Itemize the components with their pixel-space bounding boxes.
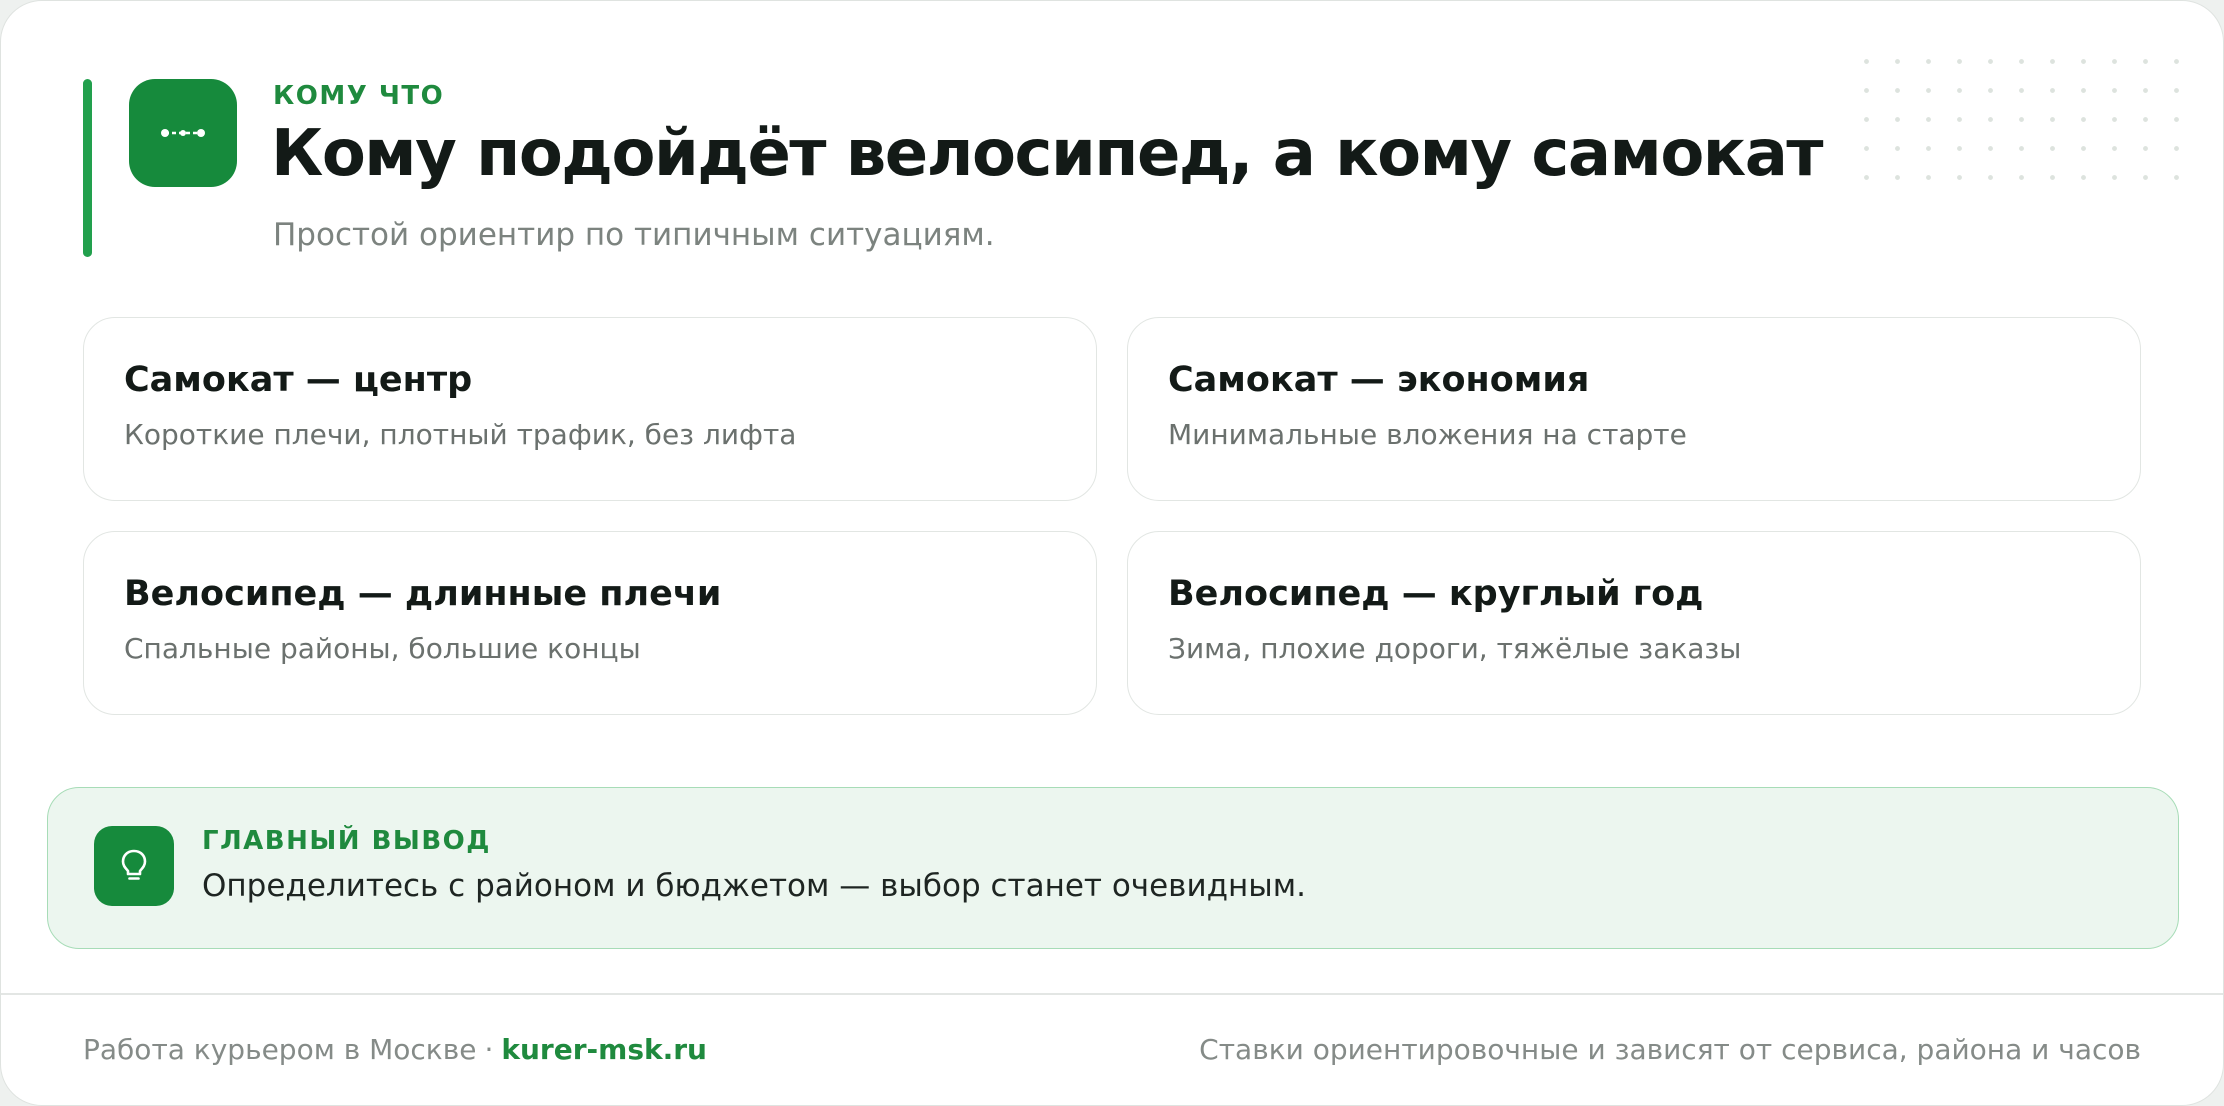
footer-disclaimer: Ставки ориентировочные и зависят от серв… (1199, 1033, 2141, 1066)
option-card-text: Минимальные вложения на старте (1168, 418, 1687, 451)
header-eyebrow: КОМУ ЧТО (273, 81, 445, 111)
page-title: Кому подойдёт велосипед, а кому самокат (271, 117, 1824, 191)
option-card-title: Велосипед — длинные плечи (124, 574, 722, 614)
option-card-bike-long: Велосипед — длинные плечи Спальные район… (83, 531, 1097, 715)
conclusion-text: Определитесь с районом и бюджетом — выбо… (202, 868, 1307, 904)
footer-separator: · (484, 1033, 494, 1066)
footer-site-description: Работа курьером в Москве (83, 1033, 477, 1066)
option-card-text: Зима, плохие дороги, тяжёлые заказы (1168, 632, 1742, 665)
footer-left: Работа курьером в Москве · kurer-msk.ru (83, 1033, 707, 1066)
option-card-scooter-center: Самокат — центр Короткие плечи, плотный … (83, 317, 1097, 501)
page-subtitle: Простой ориентир по типичным ситуациям. (273, 217, 995, 253)
option-card-title: Самокат — экономия (1168, 360, 1590, 400)
lightbulb-icon (94, 826, 174, 906)
footer-site-link[interactable]: kurer-msk.ru (501, 1033, 707, 1066)
option-card-title: Самокат — центр (124, 360, 473, 400)
option-card-bike-year-round: Велосипед — круглый год Зима, плохие дор… (1127, 531, 2141, 715)
conclusion-panel: ГЛАВНЫЙ ВЫВОД Определитесь с районом и б… (47, 787, 2179, 949)
infographic-card: КОМУ ЧТО Кому подойдёт велосипед, а кому… (0, 0, 2224, 1106)
option-card-text: Спальные районы, большие концы (124, 632, 641, 665)
option-card-text: Короткие плечи, плотный трафик, без лифт… (124, 418, 797, 451)
route-icon (129, 79, 237, 187)
conclusion-label: ГЛАВНЫЙ ВЫВОД (202, 826, 491, 856)
dot-pattern-decoration (1851, 47, 2181, 187)
footer-divider (1, 993, 2223, 995)
option-card-title: Велосипед — круглый год (1168, 574, 1704, 614)
header-accent-bar (83, 79, 92, 257)
option-card-scooter-economy: Самокат — экономия Минимальные вложения … (1127, 317, 2141, 501)
